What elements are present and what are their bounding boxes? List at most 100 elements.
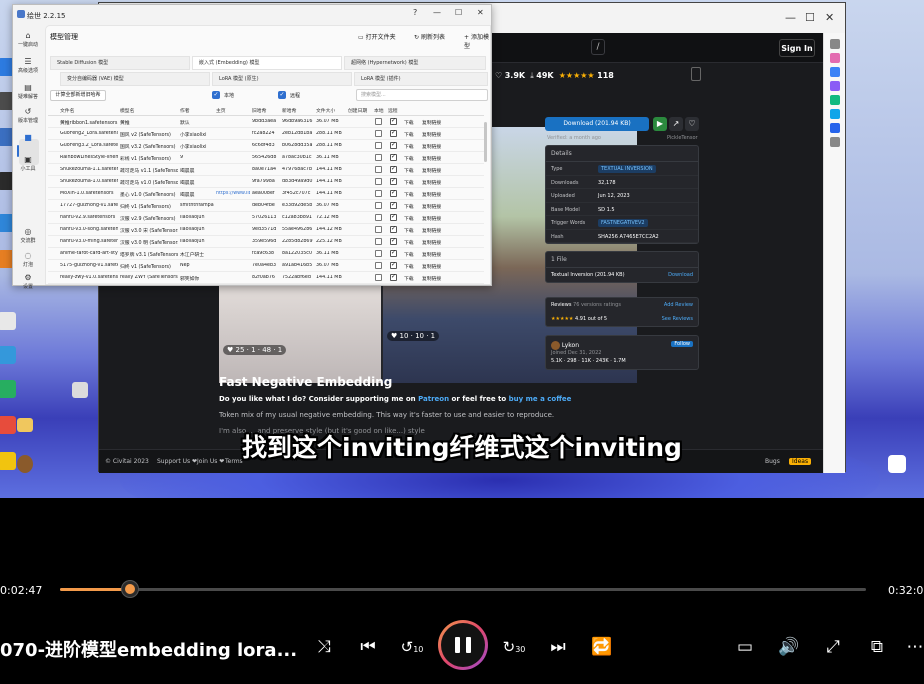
table-row[interactable]: hanfu-v2.9.safetensors 汉服 v2.9 (SafeTenso… [48,212,484,224]
table-row[interactable]: MoXin-1.0.safetensors 墨心 v1.0 (SafeTensor… [48,188,484,200]
copy-link[interactable]: 复制链接 [422,227,441,234]
add-review-button[interactable]: Add Review [664,302,693,308]
nav-item-tools[interactable]: ▣ 小工具 [13,155,43,172]
sidebar-app-icon[interactable] [830,67,840,77]
local-checkbox[interactable] [375,190,382,197]
download-link[interactable]: 下载 [404,143,414,150]
tab-hypernetwork[interactable]: 超网络 (Hypernetwork) 模型 [344,56,486,70]
remote-checkbox[interactable] [390,249,397,257]
column-header[interactable]: 主页 [216,107,250,114]
local-checkbox[interactable] [375,178,382,185]
open-folder-button[interactable]: ▭ 打开文件夹 [358,32,396,41]
remote-checkbox[interactable] [390,201,397,209]
column-header[interactable]: 作者 [180,107,214,114]
table-row[interactable]: RainbowLinesStyle-linemix 彩线 v1 (SafeTens… [48,152,484,164]
follow-button[interactable]: Follow [671,341,693,347]
pause-button[interactable] [438,620,488,670]
remote-checkbox[interactable] [390,117,397,125]
tab-embedding[interactable]: 嵌入式 (Embedding) 模型 [192,56,342,70]
copy-link[interactable]: 复制链接 [422,239,441,246]
desktop-file-icon[interactable] [72,382,88,398]
play-icon[interactable]: ▶ [653,117,667,131]
table-row[interactable]: hanfu-v3.0-song.safetensors汉服 v3.0 宋 (Sa… [48,224,484,236]
file-download-link[interactable]: Download [668,272,693,278]
more-options-button[interactable] [691,67,701,81]
forward-button[interactable]: ↻30 [501,634,527,660]
table-cell[interactable]: https://www.liblibai.com [216,191,250,196]
local-checkbox[interactable] [375,274,382,281]
copy-link[interactable]: 复制链接 [422,215,441,222]
download-link[interactable]: 下载 [404,167,414,174]
refresh-button[interactable]: ↻ 刷新列表 [414,32,445,41]
local-checkbox[interactable] [375,130,382,137]
more-button[interactable]: ⋯ [902,634,924,660]
copy-link[interactable]: 复制链接 [422,167,441,174]
download-link[interactable]: 下载 [404,191,414,198]
remote-checkbox[interactable] [390,237,397,245]
table-row[interactable]: Shukezouma-1.1.safetensors疏可走马 v1.1 (Saf… [48,164,484,176]
desktop-icon[interactable] [0,380,16,398]
search-shortcut[interactable]: / [591,39,605,55]
sign-in-button[interactable]: Sign In [779,39,815,57]
remote-checkbox[interactable] [390,153,397,161]
sidebar-app-icon[interactable] [830,53,840,63]
nav-item-troubleshoot[interactable]: ▤ 疑难解答 [13,83,43,100]
table-scrollbar[interactable] [484,122,487,162]
sidebar-app-icon[interactable] [830,109,840,119]
close-button[interactable]: ✕ [477,8,484,17]
volume-button[interactable]: 🔊 [776,634,802,660]
patreon-link[interactable]: Patreon [418,395,449,403]
nav-item-version[interactable]: ↺ 版本管理 [13,107,43,124]
table-row[interactable]: really-zwy-v1.0.safetensorsreally ZWY (S… [48,272,484,284]
nav-item-launch[interactable]: ⌂ 一键启动 [13,31,43,48]
local-checkbox[interactable] [375,202,382,209]
table-row[interactable]: hanfu-v3.0-ming.safetensors汉服 v3.0 明 (Sa… [48,236,484,248]
remote-checkbox[interactable] [390,225,397,233]
desktop-icon[interactable] [0,312,16,330]
local-checkbox[interactable] [375,118,382,125]
repeat-button[interactable]: 🔁 [589,634,615,660]
remote-checkbox[interactable] [390,141,397,149]
local-checkbox[interactable] [375,166,382,173]
column-header[interactable]: 文件大小 [316,107,346,114]
download-link[interactable]: 下载 [404,215,414,222]
creator-name[interactable]: Lykon [562,342,579,349]
download-link[interactable]: 下载 [404,239,414,246]
shuffle-button[interactable]: ⤨ [311,634,337,660]
copy-link[interactable]: 复制链接 [422,191,441,198]
rewind-button[interactable]: ↺10 [399,634,425,660]
local-checkbox[interactable] [375,226,382,233]
download-link[interactable]: 下载 [404,203,414,210]
seek-thumb[interactable] [121,581,138,597]
download-link[interactable]: 下载 [404,131,414,138]
column-header[interactable]: 创建日期 [348,107,372,114]
sidebar-app-icon[interactable] [830,123,840,133]
remote-checkbox[interactable] [390,177,397,185]
image-reactions[interactable]: ♥ 10 · 10 · 1 [387,331,440,341]
help-button[interactable]: ? [413,8,417,17]
column-header[interactable]: 新哈希 [282,107,314,114]
sidebar-app-icon[interactable] [830,81,840,91]
search-input[interactable]: 搜索模型... [356,89,488,101]
download-link[interactable]: 下载 [404,119,414,126]
minimize-button[interactable]: — [433,8,441,17]
download-link[interactable]: 下载 [404,227,414,234]
download-button[interactable]: Download (201.94 KB) [545,117,649,131]
download-link[interactable]: 下载 [404,263,414,270]
table-row[interactable]: 17727-guizhong-v1.safetensors归终 v1 (Safe… [48,200,484,212]
image-reactions[interactable]: ♥ 25 · 1 · 48 · 1 [223,345,287,355]
download-link[interactable]: 下载 [404,275,414,282]
minimize-button[interactable]: — [785,11,796,24]
copy-link[interactable]: 复制链接 [422,251,441,258]
copy-link[interactable]: 复制链接 [422,275,441,282]
add-icon[interactable] [830,137,840,147]
table-row[interactable]: Shukezouma-1.0.safetensors疏可走马 v1.0 (Saf… [48,176,484,188]
local-checkbox[interactable] [375,262,382,269]
nav-item-advanced[interactable]: ☰ 高级选项 [13,57,43,74]
column-header[interactable]: 旧哈希 [252,107,280,114]
sidebar-app-icon[interactable] [830,95,840,105]
compute-hash-button[interactable]: 计算全部新增旧哈希 [50,90,106,101]
download-link[interactable]: 下载 [404,155,414,162]
table-row[interactable]: 5175-guizhong-v1.safetensors归终 v1 (SafeT… [48,260,484,272]
next-button[interactable]: ⏭ [545,634,571,660]
